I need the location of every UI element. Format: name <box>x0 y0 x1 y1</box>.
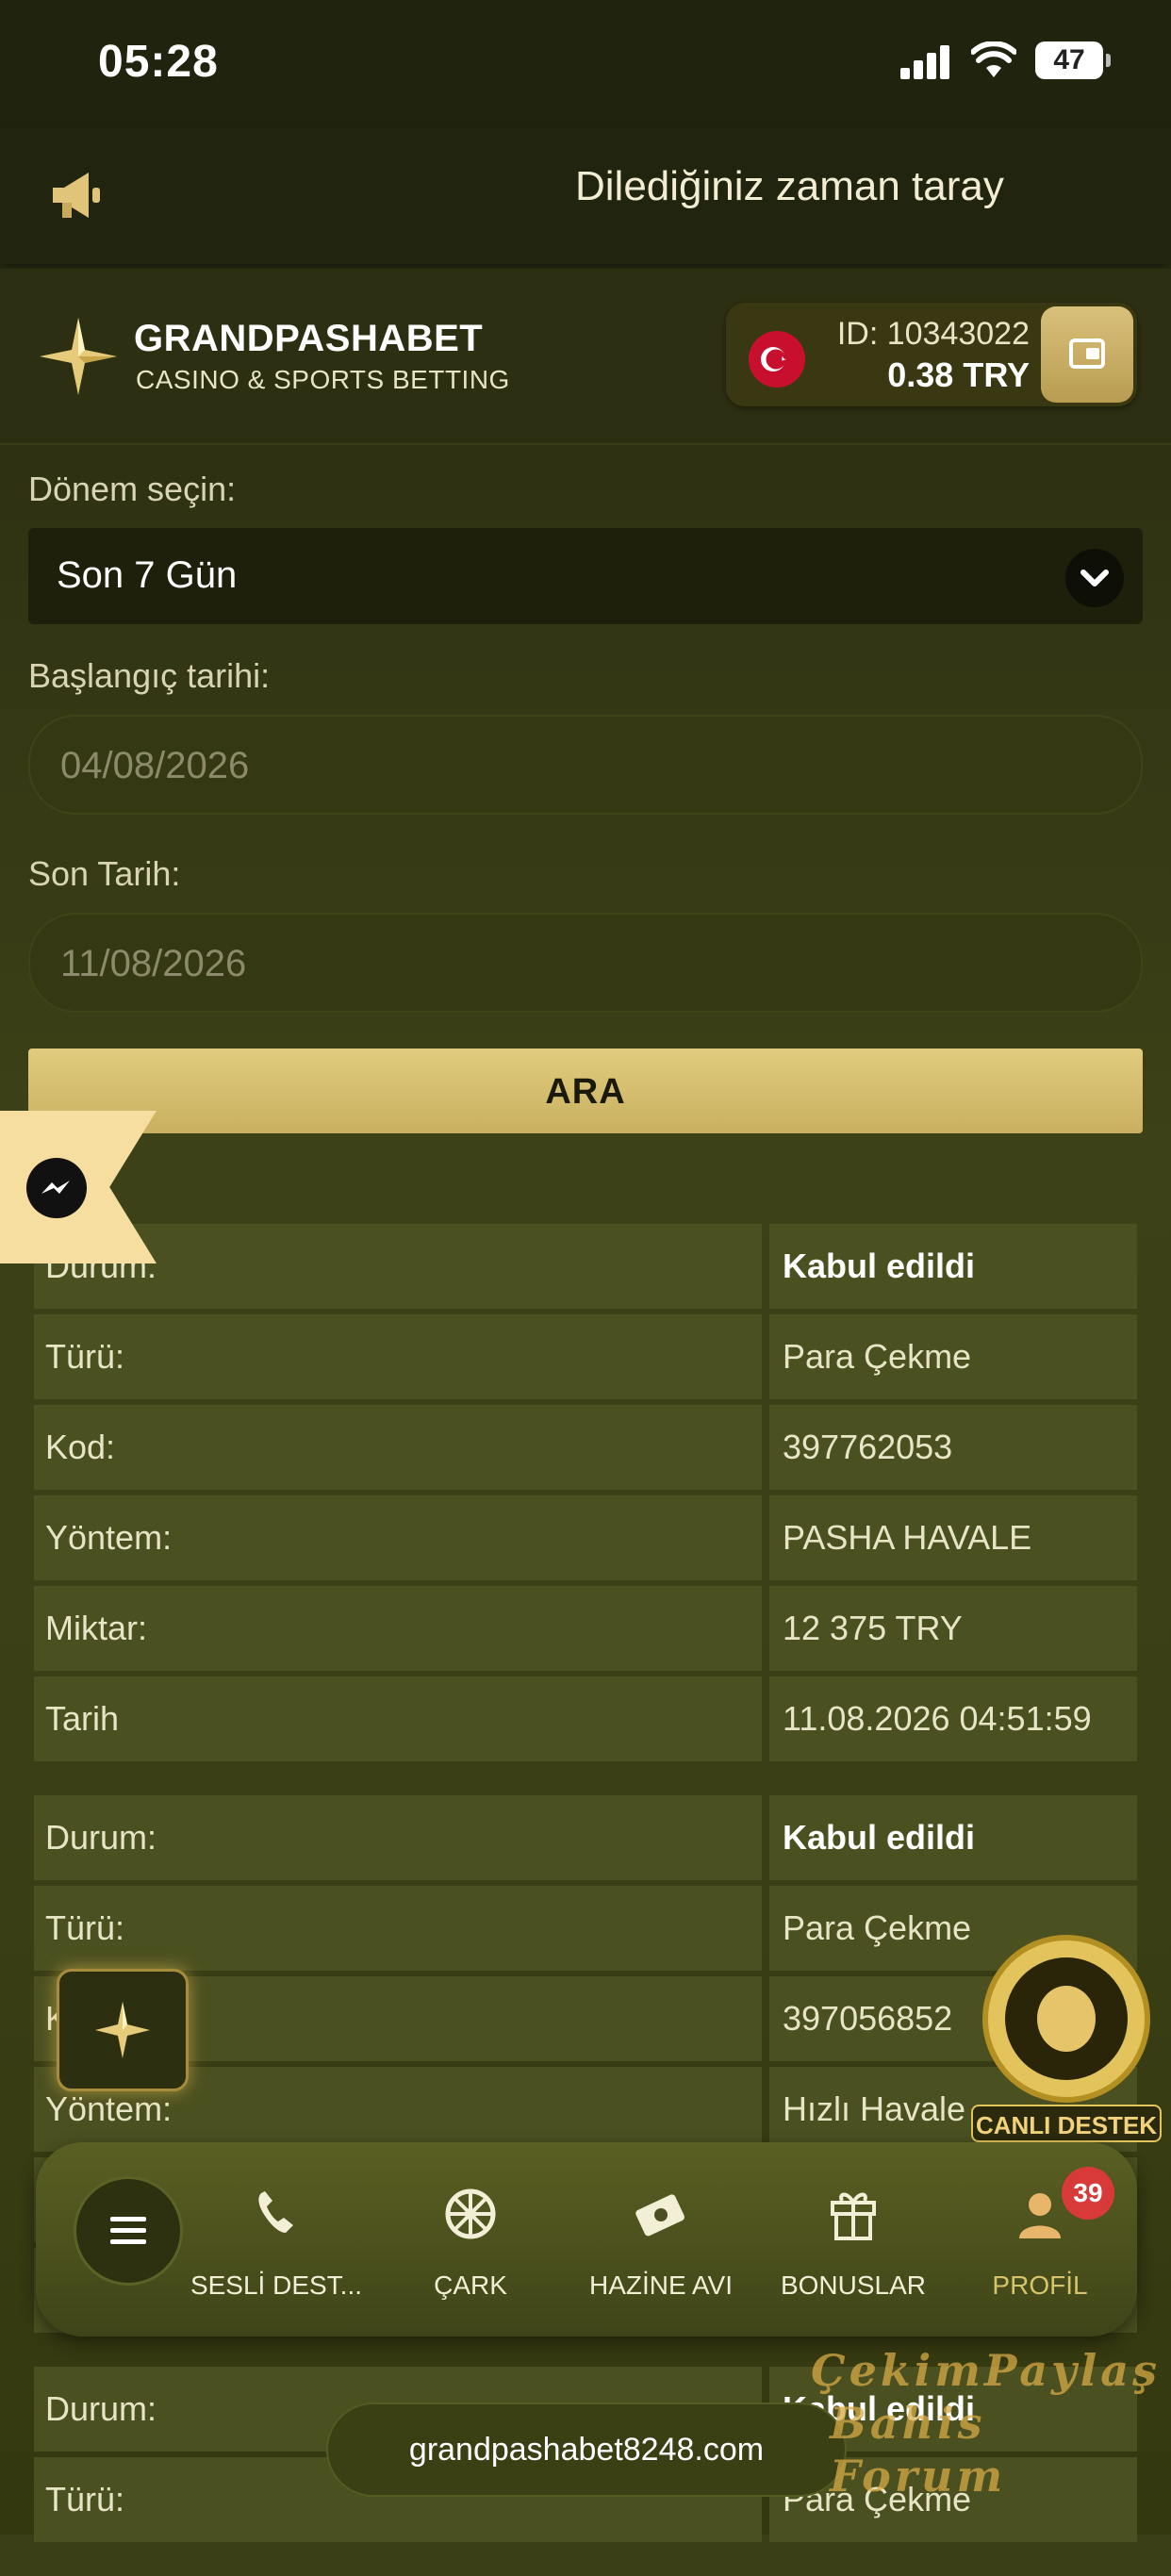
logo-star-icon[interactable] <box>36 314 121 399</box>
row-value: 11.08.2026 04:51:59 <box>769 1676 1137 1761</box>
live-support-label: CANLI DESTEK <box>971 2105 1162 2142</box>
status-value: Kabul edildi <box>769 1795 1137 1880</box>
star-icon <box>95 2002 150 2058</box>
phone-icon <box>258 2191 293 2233</box>
megaphone-icon[interactable] <box>49 169 106 222</box>
start-date-label: Başlangıç tarihi: <box>28 656 271 695</box>
row-key: Türü: <box>34 1314 762 1399</box>
table-row: Kod: 397762053 <box>34 1405 1137 1490</box>
search-button[interactable]: ARA <box>28 1049 1143 1133</box>
status-time: 05:28 <box>98 37 219 87</box>
period-label: Dönem seçin: <box>28 470 237 508</box>
row-key: Tarih <box>34 1676 762 1761</box>
table-row: K397056852 <box>34 1976 1137 2061</box>
nav-label: HAZİNE AVI <box>589 2271 733 2300</box>
announcement-bar: Dilediğiniz zaman taray <box>0 127 1171 264</box>
row-key: Durum: <box>34 1224 762 1309</box>
wifi-icon <box>971 41 1016 77</box>
end-date-input[interactable] <box>58 933 1099 994</box>
star-floating-button[interactable] <box>57 1969 189 2091</box>
row-key: Kod: <box>34 1405 762 1490</box>
site-header: GRANDPASHABET CASINO & SPORTS BETTING ID… <box>0 269 1171 445</box>
live-support-button[interactable]: CANLI DESTEK <box>971 1935 1162 2142</box>
battery-icon: 47 <box>1035 41 1111 79</box>
row-value: 12 375 TRY <box>769 1586 1137 1671</box>
row-key: Miktar: <box>34 1586 762 1671</box>
nav-item-profile[interactable]: 39 PROFİL <box>950 2167 1130 2318</box>
table-row: Türü: Para Çekme <box>34 1886 1137 1971</box>
site-url-pill[interactable]: grandpashabet8248.com <box>326 2403 847 2497</box>
status-bar: 05:28 47 <box>0 0 1171 127</box>
announcement-text: Dilediğiniz zaman taray <box>575 163 1004 209</box>
nav-item-treasure-hunt[interactable]: HAZİNE AVI <box>571 2176 750 2318</box>
nav-label: BONUSLAR <box>780 2271 927 2300</box>
period-select[interactable]: Son 7 Gün <box>28 528 1143 624</box>
period-selected-value: Son 7 Gün <box>57 554 238 596</box>
row-value: 397762053 <box>769 1405 1137 1490</box>
row-value: PASHA HAVALE <box>769 1495 1137 1580</box>
transaction-record: Durum: Kabul edildi Türü: Para Çekme Kod: 3… <box>34 1224 1137 1761</box>
table-row: Durum: Kabul edildi <box>34 1795 1137 1880</box>
bottom-nav: SESLİ DEST... ÇARK HAZİNE AVI BONUSLAR 3… <box>36 2142 1137 2337</box>
account-panel[interactable]: ID: 10343022 0.38 TRY <box>726 303 1137 406</box>
row-key: Durum: <box>34 1795 762 1880</box>
start-date-field[interactable] <box>28 715 1143 815</box>
end-date-label: Son Tarih: <box>28 854 181 893</box>
nav-item-wheel[interactable]: ÇARK <box>381 2176 560 2318</box>
start-date-input[interactable] <box>58 735 1099 796</box>
nav-label: PROFİL <box>992 2271 1088 2300</box>
brand-tagline: CASINO & SPORTS BETTING <box>136 365 510 394</box>
nav-item-voice-support[interactable]: SESLİ DEST... <box>187 2176 366 2318</box>
messenger-icon <box>26 1158 87 1218</box>
chevron-down-icon[interactable] <box>1065 549 1124 607</box>
account-id: ID: 10343022 <box>836 316 1030 352</box>
nav-label: ÇARK <box>434 2271 507 2300</box>
nav-label: SESLİ DEST... <box>190 2271 363 2300</box>
gift-icon <box>831 2192 876 2240</box>
signal-icon <box>900 45 953 79</box>
row-key: Yöntem: <box>34 1495 762 1580</box>
table-row: Durum: Kabul edildi <box>34 1224 1137 1309</box>
brand-name[interactable]: GRANDPASHABET <box>134 318 483 360</box>
wallet-button[interactable] <box>1041 306 1133 403</box>
table-row: Yöntem: PASHA HAVALE <box>34 1495 1137 1580</box>
status-value: Kabul edildi <box>769 1224 1137 1309</box>
table-row: Miktar: 12 375 TRY <box>34 1586 1137 1671</box>
nav-item-bonuses[interactable]: BONUSLAR <box>764 2176 943 2318</box>
menu-button[interactable] <box>74 2176 183 2286</box>
headset-agent-icon <box>1005 1957 1128 2080</box>
row-value: Para Çekme <box>769 1314 1137 1399</box>
user-icon <box>1019 2193 1061 2238</box>
table-row: Türü: Para Çekme <box>34 1314 1137 1399</box>
table-row: Tarih 11.08.2026 04:51:59 <box>34 1676 1137 1761</box>
row-key: Türü: <box>34 1886 762 1971</box>
end-date-field[interactable] <box>28 913 1143 1013</box>
notification-badge: 39 <box>1062 2167 1114 2220</box>
forum-watermark: ÇekimPaylaş Bahis Forum <box>811 2345 1161 2502</box>
treasure-icon <box>635 2194 684 2237</box>
turkey-flag-icon <box>749 331 805 388</box>
account-balance: 0.38 TRY <box>887 355 1030 394</box>
wheel-icon <box>445 2188 496 2239</box>
